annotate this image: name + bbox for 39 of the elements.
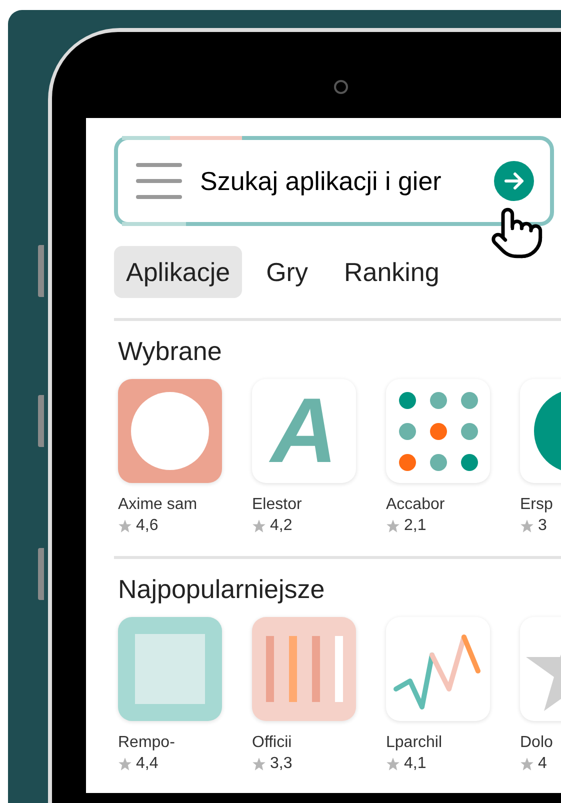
app-icon[interactable]: [386, 379, 490, 483]
tab[interactable]: Ranking: [332, 246, 452, 298]
app-rating: 4: [538, 754, 547, 774]
app-icon[interactable]: [386, 617, 490, 721]
star-icon: [118, 757, 132, 771]
section-heading: Najpopularniejsze: [118, 573, 325, 605]
star-icon: [252, 757, 266, 771]
app-rating: 3: [538, 516, 547, 536]
star-icon: [386, 519, 400, 533]
arrow-right-icon[interactable]: [494, 161, 534, 201]
menu-icon[interactable]: [136, 163, 182, 199]
section-heading: Wybrane: [118, 335, 222, 367]
star-icon: [118, 519, 132, 533]
search-input[interactable]: Szukaj aplikacji i gier: [200, 162, 494, 200]
app-name: Elestor: [252, 495, 302, 515]
app-rating: 4,1: [404, 754, 426, 774]
star-icon: [520, 757, 534, 771]
app-name: Rempo-: [118, 733, 175, 753]
app-icon[interactable]: [252, 617, 356, 721]
app-rating: 2,1: [404, 516, 426, 536]
app-rating: 3,3: [270, 754, 292, 774]
app-rating: 4,6: [136, 516, 158, 536]
app-name: Dolo: [520, 733, 553, 753]
app-rating: 4,4: [136, 754, 158, 774]
star-icon: [386, 757, 400, 771]
camera-icon: [334, 80, 348, 94]
app-name: Accabor: [386, 495, 445, 515]
app-name: Officii: [252, 733, 292, 753]
app-name: Ersp: [520, 495, 553, 515]
app-icon[interactable]: [118, 379, 222, 483]
app-name: Axime sam: [118, 495, 198, 515]
star-icon: [252, 519, 266, 533]
tab[interactable]: Aplikacje: [114, 246, 242, 298]
hand-cursor-icon: [489, 205, 545, 261]
search-field[interactable]: Szukaj aplikacji i gier: [114, 136, 554, 226]
star-icon: [520, 519, 534, 533]
app-name: Lparchil: [386, 733, 442, 753]
app-rating: 4,2: [270, 516, 292, 536]
tab[interactable]: Gry: [254, 246, 320, 298]
